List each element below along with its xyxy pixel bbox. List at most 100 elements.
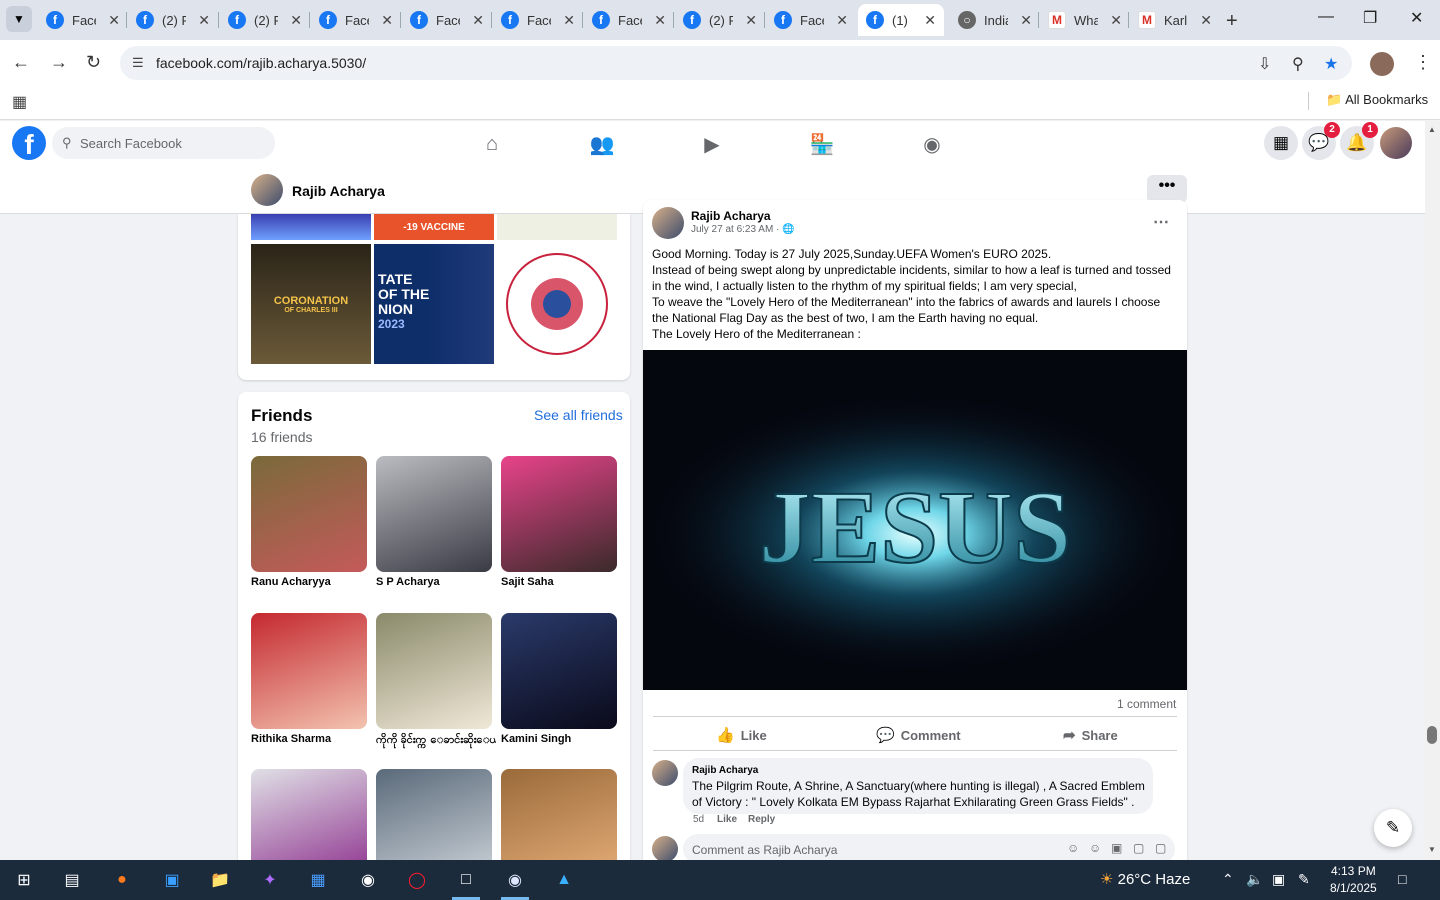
- comment-age[interactable]: 5d: [693, 814, 704, 825]
- site-info-icon[interactable]: ☰: [132, 55, 144, 71]
- scroll-down-arrow-icon[interactable]: ▼: [1428, 845, 1436, 854]
- close-window-button[interactable]: ✕: [1410, 8, 1423, 28]
- forward-button[interactable]: →: [50, 52, 68, 73]
- all-bookmarks-button[interactable]: 📁 All Bookmarks: [1326, 92, 1428, 108]
- comment-button[interactable]: 💬 Comment: [876, 726, 961, 744]
- task-view-icon[interactable]: ▤: [58, 867, 86, 893]
- share-button[interactable]: ➦ Share: [1063, 726, 1118, 744]
- profile-name[interactable]: Rajib Acharya: [292, 183, 385, 199]
- close-tab-icon[interactable]: ✕: [108, 12, 120, 29]
- browser-tab[interactable]: f Face ✕: [38, 4, 128, 36]
- comment-count[interactable]: 1 comment: [1117, 697, 1176, 711]
- tray-chevron-icon[interactable]: ⌃: [1222, 871, 1234, 888]
- system-clock[interactable]: 4:13 PM 8/1/2025: [1330, 863, 1377, 897]
- photos-icon[interactable]: ▲: [550, 867, 578, 893]
- close-tab-icon[interactable]: ✕: [381, 12, 393, 29]
- close-tab-icon[interactable]: ✕: [472, 12, 484, 29]
- close-tab-icon[interactable]: ✕: [1200, 12, 1212, 29]
- browser-tab[interactable]: M Karl ✕: [1130, 4, 1220, 36]
- friend-photo[interactable]: [501, 456, 617, 572]
- new-tab-button[interactable]: +: [1226, 10, 1238, 33]
- notifications-center-icon[interactable]: □: [1398, 871, 1406, 887]
- back-button[interactable]: ←: [12, 52, 30, 73]
- sticker-icon[interactable]: ▢: [1155, 841, 1166, 855]
- search-input[interactable]: ⚲ Search Facebook: [52, 127, 275, 159]
- home-icon[interactable]: ⌂: [477, 129, 507, 159]
- new-message-button[interactable]: ✎: [1374, 809, 1412, 847]
- close-tab-icon[interactable]: ✕: [1020, 12, 1032, 29]
- friend-name[interactable]: Sajit Saha: [501, 576, 621, 588]
- browser-tab[interactable]: f (1) F ✕: [858, 4, 944, 36]
- url-text[interactable]: facebook.com/rajib.acharya.5030/: [156, 55, 366, 71]
- reload-button[interactable]: ↻: [86, 52, 101, 73]
- avatar-sticker-icon[interactable]: ☺: [1067, 841, 1079, 855]
- copilot-icon[interactable]: ✦: [256, 867, 284, 893]
- friend-photo[interactable]: [376, 613, 492, 729]
- photo-thumb[interactable]: CORONATION OF CHARLES III: [251, 244, 371, 364]
- post-timestamp[interactable]: July 27 at 6:23 AM · 🌐: [691, 224, 795, 235]
- photo-thumb[interactable]: [251, 214, 371, 240]
- friends-title[interactable]: Friends: [251, 406, 312, 426]
- like-button[interactable]: 👍 Like: [716, 726, 767, 744]
- minimize-button[interactable]: —: [1318, 8, 1334, 26]
- browser-tab[interactable]: f (2) F ✕: [675, 4, 765, 36]
- browser-tab[interactable]: f Face ✕: [311, 4, 401, 36]
- browser-tab[interactable]: f Face ✕: [766, 4, 856, 36]
- install-app-icon[interactable]: ⇩: [1258, 54, 1271, 74]
- tab-search-button[interactable]: ▼: [6, 6, 32, 32]
- menu-grid-button[interactable]: ▦: [1264, 126, 1298, 160]
- comment-like-button[interactable]: Like: [717, 814, 737, 825]
- marketplace-icon[interactable]: 🏪: [807, 129, 837, 159]
- friend-photo[interactable]: [501, 613, 617, 729]
- browser-tab[interactable]: f (2) F ✕: [220, 4, 310, 36]
- see-all-friends-link[interactable]: See all friends: [534, 407, 623, 423]
- weather-widget[interactable]: ☀ 26°C Haze: [1100, 870, 1190, 888]
- close-tab-icon[interactable]: ✕: [1110, 12, 1122, 29]
- post-image[interactable]: JESUS: [643, 350, 1187, 690]
- facebook-logo[interactable]: f: [12, 126, 46, 160]
- store-icon[interactable]: ▦: [304, 867, 332, 893]
- volume-icon[interactable]: 🔈: [1246, 871, 1263, 888]
- profile-more-button[interactable]: •••: [1147, 175, 1187, 203]
- notifications-button[interactable]: 🔔 1: [1340, 122, 1378, 160]
- comment-reply-button[interactable]: Reply: [748, 814, 775, 825]
- messenger-button[interactable]: 💬 2: [1302, 122, 1340, 160]
- friend-name[interactable]: Rithika Sharma: [251, 733, 371, 745]
- close-tab-icon[interactable]: ✕: [563, 12, 575, 29]
- chrome-icon[interactable]: ◉: [354, 867, 382, 893]
- post-author-avatar[interactable]: [652, 207, 684, 239]
- close-tab-icon[interactable]: ✕: [198, 12, 210, 29]
- friend-name[interactable]: Kamini Singh: [501, 733, 621, 745]
- friend-photo[interactable]: [251, 613, 367, 729]
- notepad-icon[interactable]: □: [452, 867, 480, 893]
- apps-grid-icon[interactable]: ▦: [12, 92, 27, 112]
- network-icon[interactable]: ▣: [1272, 871, 1285, 888]
- windows-start-icon[interactable]: ⊞: [10, 867, 38, 893]
- app-icon[interactable]: ▣: [158, 867, 186, 893]
- composer-avatar[interactable]: [652, 836, 678, 862]
- browser-menu-icon[interactable]: ⋮: [1414, 52, 1432, 73]
- photo-thumb[interactable]: [497, 214, 617, 240]
- friend-name[interactable]: Ranu Acharyya: [251, 576, 371, 588]
- friend-photo[interactable]: [251, 456, 367, 572]
- account-avatar[interactable]: [1380, 127, 1412, 159]
- gif-icon[interactable]: ▢: [1133, 841, 1144, 855]
- page-scrollbar[interactable]: ▲ ▼: [1425, 121, 1440, 860]
- post-author-name[interactable]: Rajib Acharya: [691, 209, 771, 223]
- friend-name[interactable]: ကိုကို ခိုင်းက္က ေခာင်းဆိုးေယား: [376, 733, 496, 749]
- app-icon[interactable]: ◉: [501, 867, 529, 893]
- restore-button[interactable]: ❐: [1363, 8, 1377, 28]
- groups-icon[interactable]: ◉: [917, 129, 947, 159]
- pen-icon[interactable]: ✎: [1298, 871, 1310, 888]
- close-tab-icon[interactable]: ✕: [654, 12, 666, 29]
- post-options-button[interactable]: ⋯: [1153, 212, 1169, 232]
- address-bar[interactable]: ☰ facebook.com/rajib.acharya.5030/ ⇩ ⚲ ★: [120, 46, 1352, 80]
- browser-tab[interactable]: ○ India ✕: [950, 4, 1040, 36]
- close-tab-icon[interactable]: ✕: [290, 12, 302, 29]
- photo-thumb[interactable]: [497, 244, 617, 364]
- video-icon[interactable]: ▶: [697, 129, 727, 159]
- bookmark-star-icon[interactable]: ★: [1324, 54, 1338, 74]
- close-tab-icon[interactable]: ✕: [836, 12, 848, 29]
- opera-icon[interactable]: ◯: [403, 867, 431, 893]
- browser-tab[interactable]: f Face ✕: [402, 4, 492, 36]
